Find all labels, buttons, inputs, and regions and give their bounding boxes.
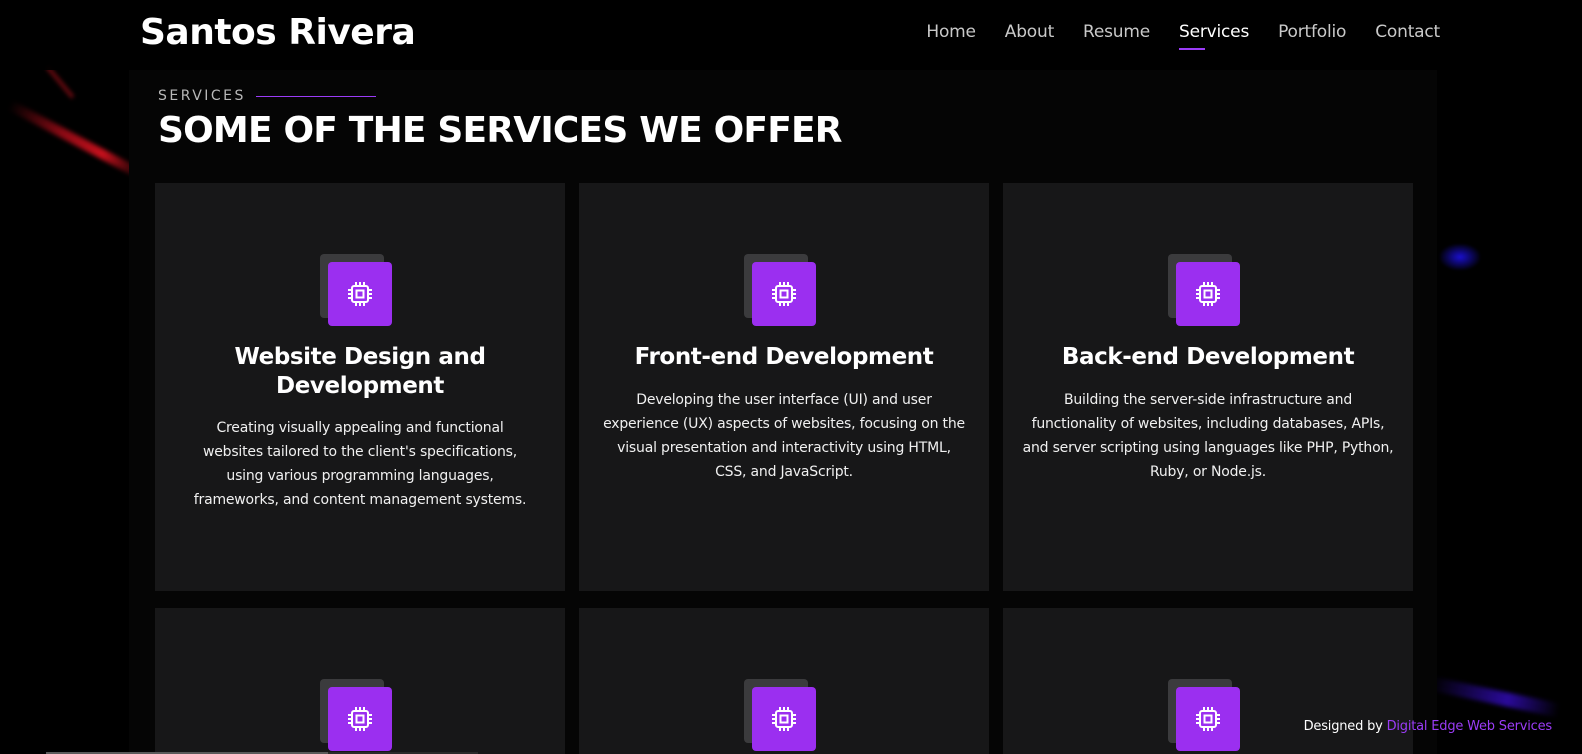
service-icon-box	[320, 679, 400, 754]
service-description: Creating visually appealing and function…	[193, 420, 527, 508]
nav-contact[interactable]: Contact	[1375, 22, 1440, 50]
service-title: Back-end Development	[1061, 344, 1355, 370]
section-label: SERVICES	[158, 88, 376, 104]
credit-link[interactable]: Digital Edge Web Services	[1387, 719, 1553, 734]
section-title: SOME OF THE SERVICES WE OFFER	[158, 110, 843, 151]
background-decoration	[7, 100, 145, 180]
service-card	[155, 608, 565, 754]
service-card: Front-end Development Developing the use…	[579, 183, 989, 591]
service-icon-box	[744, 679, 824, 754]
main-nav: Home About Resume Services Portfolio Con…	[897, 22, 1440, 50]
cpu-chip-icon	[752, 687, 816, 751]
cpu-chip-icon	[752, 262, 816, 326]
background-decoration	[1440, 244, 1480, 270]
nav-resume[interactable]: Resume	[1083, 22, 1150, 50]
service-icon-box	[1168, 679, 1248, 754]
service-card	[579, 608, 989, 754]
cpu-chip-icon	[328, 687, 392, 751]
background-decoration	[1429, 676, 1561, 718]
cpu-chip-icon	[1176, 262, 1240, 326]
service-description: Developing the user interface (UI) and u…	[603, 392, 965, 480]
service-title: Website Design and Development	[234, 344, 486, 399]
service-card: Back-end Development Building the server…	[1003, 183, 1413, 591]
nav-about[interactable]: About	[1005, 22, 1054, 50]
section-label-text: SERVICES	[158, 88, 246, 104]
cpu-chip-icon	[328, 262, 392, 326]
service-title: Front-end Development	[634, 344, 934, 370]
background-decoration	[45, 65, 75, 99]
service-icon-box	[1168, 254, 1248, 334]
site-logo[interactable]: Santos Rivera	[140, 12, 416, 53]
nav-portfolio[interactable]: Portfolio	[1278, 22, 1346, 50]
credit-prefix: Designed by	[1303, 719, 1383, 734]
cpu-chip-icon	[1176, 687, 1240, 751]
service-description: Building the server-side infrastructure …	[1022, 392, 1394, 480]
section-label-divider	[255, 95, 376, 97]
service-icon-box	[320, 254, 400, 334]
nav-services[interactable]: Services	[1179, 22, 1249, 50]
service-icon-box	[744, 254, 824, 334]
footer-credit: Designed by Digital Edge Web Services	[1303, 719, 1553, 734]
site-header: Santos Rivera Home About Resume Services…	[0, 0, 1582, 70]
nav-home[interactable]: Home	[926, 22, 976, 50]
service-card: Website Design and Development Creating …	[155, 183, 565, 591]
